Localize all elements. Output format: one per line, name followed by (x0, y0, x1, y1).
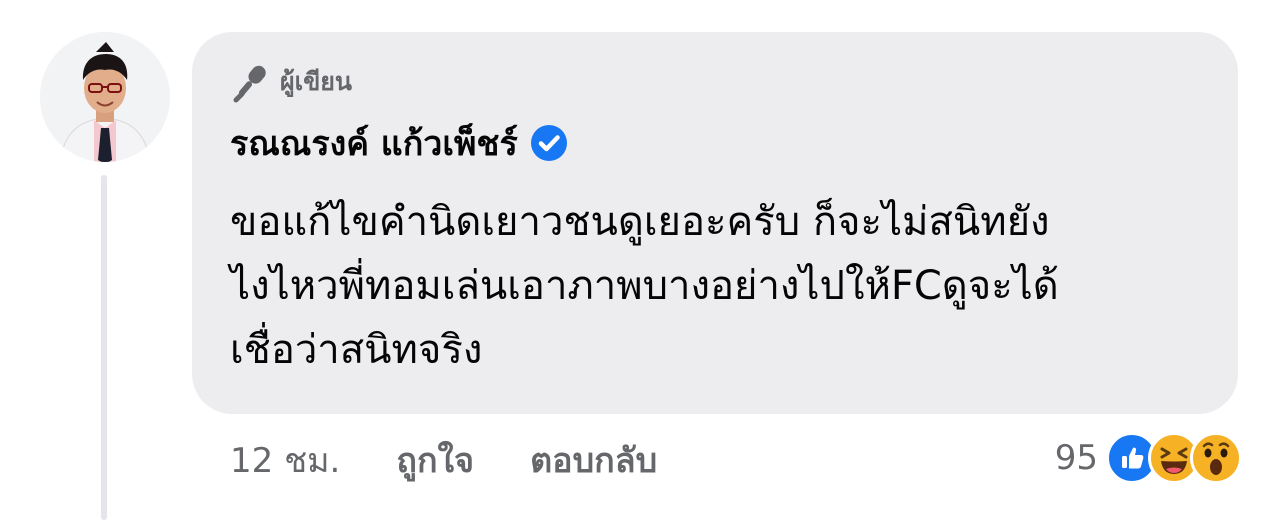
comment-text-line: เชื่อว่าสนิทจริง (230, 327, 483, 373)
reaction-count: 95 (1054, 438, 1098, 478)
comment-text: ขอแก้ไขคำนิดเยาวชนดูเยอะครับ ก็จะไม่สนิท… (230, 190, 1210, 382)
author-badge: ผู้เขียน (230, 61, 353, 103)
thread-line (101, 175, 107, 520)
reaction-icons (1106, 432, 1242, 484)
like-button[interactable]: ถูกใจ (396, 433, 474, 487)
author-row: รณณรงค์ แก้วเพ็ชร์ (230, 118, 568, 168)
comment-text-line: ขอแก้ไขคำนิดเยาวชนดูเยอะครับ ก็จะไม่สนิท… (230, 199, 1050, 245)
comment-timestamp[interactable]: 12 ชม. (230, 433, 340, 487)
comment-actions: 12 ชม. ถูกใจ ตอบกลับ (230, 430, 657, 490)
author-avatar[interactable] (40, 32, 170, 162)
comment-bubble: ผู้เขียน รณณรงค์ แก้วเพ็ชร์ ขอแก้ไขคำนิด… (192, 32, 1238, 414)
reply-button[interactable]: ตอบกลับ (530, 433, 657, 487)
profile-avatar (40, 32, 170, 162)
microphone-icon (230, 61, 272, 103)
comment-view: ผู้เขียน รณณรงค์ แก้วเพ็ชร์ ขอแก้ไขคำนิด… (0, 0, 1280, 520)
author-badge-label: ผู้เขียน (280, 67, 353, 96)
verified-check-icon (530, 124, 568, 162)
wow-reaction-icon (1190, 432, 1242, 484)
author-name[interactable]: รณณรงค์ แก้วเพ็ชร์ (230, 116, 518, 170)
comment-text-line: ไงไหวพี่ทอมเล่นเอาภาพบางอย่างไปให้FCดูจะ… (230, 263, 1059, 309)
reactions-summary[interactable]: 95 (1055, 428, 1242, 488)
